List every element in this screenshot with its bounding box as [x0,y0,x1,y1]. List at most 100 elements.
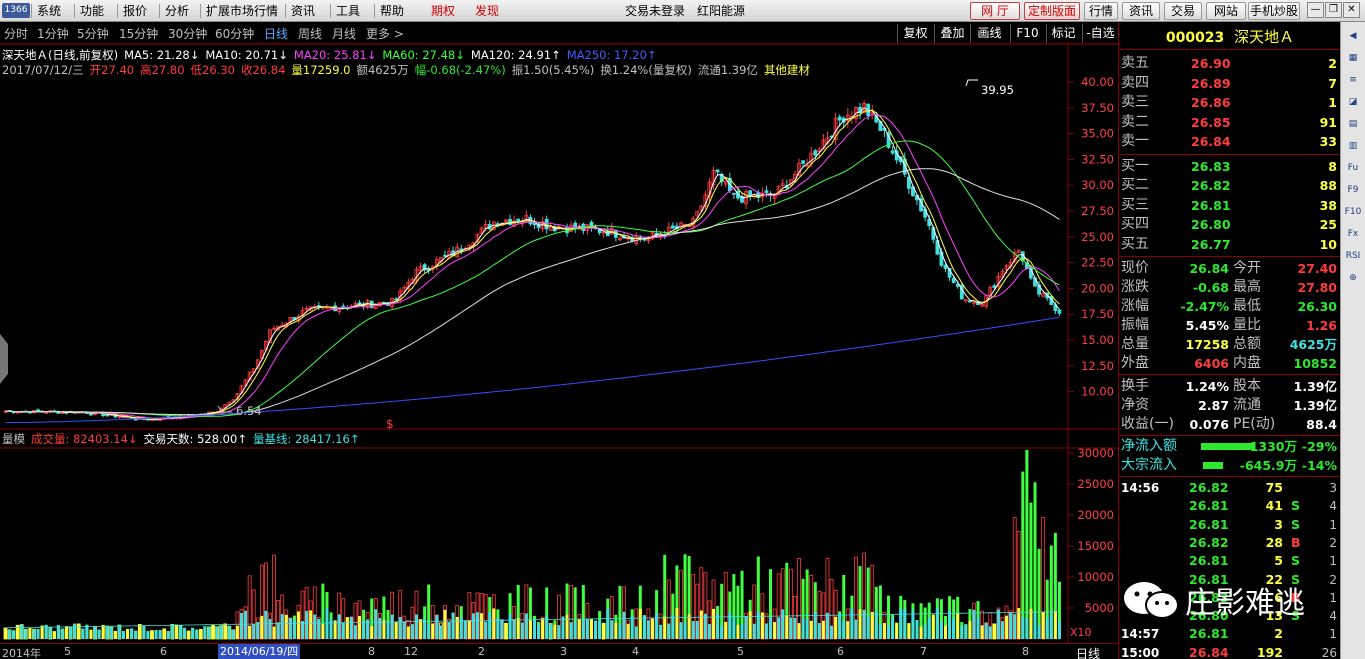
chart-tool-5[interactable]: -自选 [1082,24,1118,43]
volume-base-bar [12,630,16,639]
period-tab-7[interactable]: 周线 [298,25,322,43]
menu-0[interactable]: 系统 [37,0,61,22]
menu-3[interactable]: 分析 [165,0,189,22]
side-tool-icon[interactable]: F10 [1344,204,1362,220]
restore-icon[interactable]: ❐ [1325,2,1342,18]
date-label: 2014年 [2,647,41,659]
period-tab-3[interactable]: 15分钟 [119,25,158,43]
period-tab-5[interactable]: 60分钟 [215,25,254,43]
volume-base-bar [976,617,980,639]
volume-base-bar [207,626,211,639]
chart-tool-2[interactable]: 画线 [970,24,1008,43]
bid-label: 买五 [1121,235,1149,252]
quote-value: 6406 [1194,356,1229,371]
ask-volume: 33 [1319,134,1337,149]
side-tool-icon[interactable]: ▤ [1344,116,1362,132]
volume-base-bar [89,629,93,639]
side-tool-icon[interactable]: ≡ [1344,72,1362,88]
stock-header: 000023 深天地Ａ [1119,26,1341,48]
price-tick-label: 12.50 [1081,359,1114,373]
chart-tool-0[interactable]: 复权 [897,24,933,43]
period-tab-2[interactable]: 5分钟 [77,25,109,43]
volume-base-bar [126,628,130,639]
price-tick-label: 25.00 [1081,230,1114,244]
menu-1[interactable]: 功能 [80,0,104,22]
volume-base-bar [789,617,793,639]
volume-base-bar [195,629,199,639]
price-high-label: 39.95 [981,83,1014,97]
volume-base-bar [573,621,577,639]
ask-row: 卖一 26.84 33 [1119,132,1341,151]
close-icon[interactable]: ✕ [1343,2,1360,18]
top-button-2[interactable]: 行情 [1084,2,1118,20]
side-tool-icon[interactable]: F9 [1344,182,1362,198]
volume-base-bar [252,624,256,639]
volume-base-bar [813,612,817,639]
menu-6[interactable]: 工具 [336,0,360,22]
minimize-icon[interactable]: — [1307,2,1324,18]
top-button-3[interactable]: 资讯 [1122,2,1160,20]
volume-base-bar [740,624,744,639]
period-tab-6[interactable]: 日线 [264,25,288,43]
volume-base-bar [1021,616,1025,639]
period-tab-4[interactable]: 30分钟 [168,25,207,43]
candle-body [890,150,895,154]
period-tab-8[interactable]: 月线 [332,25,356,43]
chart-tool-4[interactable]: 标记 [1046,24,1080,43]
period-tab-1[interactable]: 1分钟 [37,25,69,43]
volume-base-bar [394,621,398,639]
menu-2[interactable]: 报价 [123,0,147,22]
tick-side: S [1291,516,1301,532]
period-tab-0[interactable]: 分时 [4,25,28,43]
side-tool-icon[interactable]: ◪ [1344,94,1362,110]
tick-volume: 2 [1274,626,1283,642]
ask-price: 26.89 [1191,75,1231,91]
flow-value: -1330万 [1244,439,1297,454]
volume-base-bar [244,610,248,639]
info1-item: MA250: 17.20↑ [566,48,657,62]
menu-4[interactable]: 扩展市场行情 [206,0,278,22]
volume-base-bar [712,608,716,639]
tick-volume: 41 [1265,498,1283,514]
top-button-0[interactable]: 网 厅 [970,2,1020,20]
menu-red-0[interactable]: 期权 [431,0,455,22]
volume-base-bar [655,612,659,639]
menu-7[interactable]: 帮助 [380,0,404,22]
volume-base-bar [65,626,69,639]
menu-red-1[interactable]: 发现 [475,0,499,22]
period-tab-9[interactable]: 更多 > [366,25,404,43]
date-label: 5 [737,645,744,658]
side-tool-icon[interactable]: ◀ [1344,28,1362,44]
volume-base-bar [134,630,138,639]
chart-tool-1[interactable]: 叠加 [934,24,970,43]
volume-base-bar [724,621,728,639]
top-button-4[interactable]: 交易 [1164,2,1202,20]
top-button-6[interactable]: 手机炒股 [1248,2,1300,20]
top-button-5[interactable]: 网站 [1206,2,1246,20]
side-tool-icon[interactable]: ▥ [1344,138,1362,154]
volume-base-bar [553,624,557,639]
side-tool-icon[interactable]: RSI [1344,248,1362,264]
top-menu-bar: 1366 系统 功能 报价 分析 扩展市场行情 资讯 工具 帮助 期权 发现 交易未登录 红阳能源… [0,0,1365,22]
side-toolstrip: ◀ ▦ ≡ ◪ ▤ ▥ Fu F9 F10 Fx RSI ⊕ [1340,22,1365,659]
volume-base-bar [36,629,40,639]
volume-base-bar [846,621,850,639]
date-tab[interactable]: 日线 [1076,645,1100,659]
kline-chart[interactable]: 40.00 37.50 35.00 32.50 30.00 27.50 25.00 22.50… [0,44,1118,644]
chart-tool-3[interactable]: F10 [1010,24,1044,43]
volume-base-bar [671,615,675,639]
top-button-1[interactable]: 定制版面 [1024,2,1080,20]
volume-base-bar [398,616,402,639]
volume-base-bar [968,621,972,639]
volume-base-bar [203,626,207,639]
quote-label: 现价 [1121,260,1149,276]
tick-volume: 5 [1274,553,1283,569]
side-tool-icon[interactable]: ⊕ [1344,270,1362,286]
menu-5[interactable]: 资讯 [291,0,315,22]
quote-row: 外盘 6406 内盘 10852 [1119,354,1341,373]
volume-base-bar [882,623,886,639]
volume-base-bar [260,615,264,639]
side-tool-icon[interactable]: Fu [1344,160,1362,176]
side-tool-icon[interactable]: ▦ [1344,50,1362,66]
side-tool-icon[interactable]: Fx [1344,226,1362,242]
